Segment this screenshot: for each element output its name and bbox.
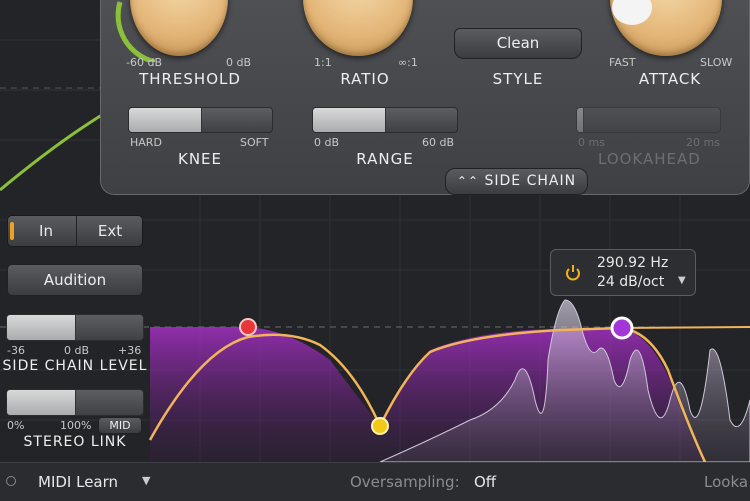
knee-slider[interactable]	[128, 107, 273, 133]
knee-slider-fill	[129, 108, 202, 132]
stereo-link-label: STEREO LINK	[23, 434, 127, 450]
lookahead-min: 0 ms	[578, 136, 605, 149]
ratio-min: 1:1	[314, 56, 332, 69]
lookahead-slider-fill	[577, 108, 584, 132]
side-chain-level-fill	[7, 315, 76, 340]
range-max: 60 dB	[422, 136, 455, 149]
sc-level-max: +36	[118, 344, 142, 357]
ratio-max: ∞:1	[398, 56, 418, 69]
lookahead-slider[interactable]	[576, 107, 721, 133]
midi-dropdown-icon[interactable]: ▼	[142, 474, 150, 487]
ext-option[interactable]: Ext	[78, 216, 142, 246]
slope-dropdown-icon[interactable]: ▼	[678, 275, 686, 286]
audition-button[interactable]: Audition	[7, 264, 143, 296]
midi-indicator-icon	[6, 476, 16, 486]
filter-node-highcut	[610, 316, 634, 340]
knee-max: SOFT	[240, 136, 269, 149]
filter-node-notch	[371, 417, 389, 435]
in-ext-switch[interactable]: In Ext	[7, 215, 143, 247]
style-button[interactable]: Clean	[454, 28, 582, 59]
lookahead-menu-label[interactable]: Looka	[704, 473, 748, 491]
attack-label: ATTACK	[638, 70, 702, 88]
filter-slope[interactable]: 24 dB/oct	[597, 274, 664, 290]
threshold-max: 0 dB	[226, 56, 252, 69]
ratio-label: RATIO	[340, 70, 390, 88]
oversampling-value[interactable]: Off	[474, 473, 496, 491]
filter-tooltip[interactable]: 290.92 Hz 24 dB/oct ▼	[550, 249, 696, 296]
in-option[interactable]: In	[16, 216, 76, 246]
midi-learn-button[interactable]: MIDI Learn	[38, 473, 118, 491]
lookahead-max: 20 ms	[686, 136, 720, 149]
mid-button[interactable]: MID	[98, 417, 142, 434]
side-chain-toggle-label: SIDE CHAIN	[484, 173, 577, 189]
filter-frequency: 290.92 Hz	[597, 255, 669, 271]
stereo-link-fill	[7, 390, 76, 415]
side-chain-level-slider[interactable]	[6, 314, 144, 341]
sc-level-min: -36	[7, 344, 25, 357]
knee-min: HARD	[130, 136, 162, 149]
style-label: STYLE	[492, 70, 544, 88]
in-indicator	[10, 222, 14, 240]
lookahead-label: LOOKAHEAD	[598, 150, 701, 168]
attack-max: SLOW	[700, 56, 733, 69]
double-chevron-up-icon: ⌃⌃	[456, 174, 480, 188]
stereo-link-min: 0%	[7, 419, 25, 432]
range-slider[interactable]	[312, 107, 458, 133]
stereo-link-max: 100%	[60, 419, 92, 432]
threshold-label: THRESHOLD	[139, 70, 241, 88]
range-slider-fill	[313, 108, 386, 132]
sc-level-mid: 0 dB	[64, 344, 90, 357]
filter-node-lowcut	[239, 318, 257, 336]
power-icon[interactable]	[565, 264, 581, 282]
side-chain-toggle-button[interactable]: ⌃⌃ SIDE CHAIN	[445, 168, 588, 195]
oversampling-label: Oversampling:	[350, 473, 460, 491]
threshold-min: -60 dB	[126, 56, 162, 69]
stereo-link-slider[interactable]	[6, 389, 144, 416]
side-chain-level-label: SIDE CHAIN LEVEL	[2, 358, 148, 374]
range-label: RANGE	[356, 150, 414, 168]
attack-min: FAST	[609, 56, 636, 69]
range-min: 0 dB	[314, 136, 340, 149]
knee-label: KNEE	[177, 150, 222, 168]
switch-divider	[76, 216, 77, 246]
